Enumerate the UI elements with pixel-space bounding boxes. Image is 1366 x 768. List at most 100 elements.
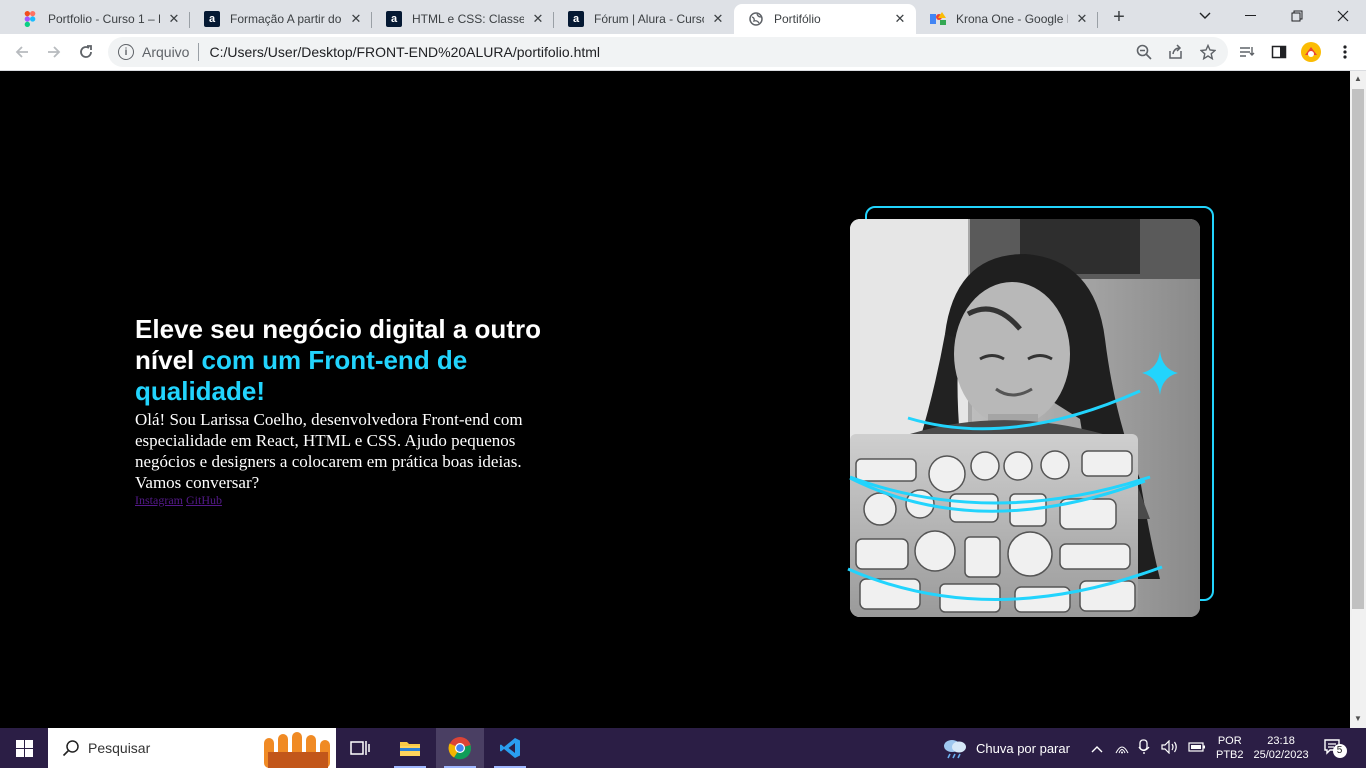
side-panel-icon xyxy=(1271,45,1287,59)
rain-cloud-icon xyxy=(944,740,966,759)
chrome-icon xyxy=(448,737,472,760)
windows-logo-icon xyxy=(15,739,33,757)
more-vertical-icon xyxy=(1343,45,1347,59)
weather-text: Chuva por parar xyxy=(976,740,1070,756)
close-window-button[interactable] xyxy=(1320,0,1366,32)
bookmark-button[interactable] xyxy=(1197,41,1219,63)
chrome-button[interactable] xyxy=(436,728,484,768)
figma-icon xyxy=(22,11,38,27)
battery-icon[interactable] xyxy=(1188,741,1206,756)
menu-button[interactable] xyxy=(1334,41,1356,63)
close-tab-icon[interactable]: ✕ xyxy=(166,11,182,27)
clock-date: 25/02/2023 xyxy=(1253,749,1309,761)
tab-title: Portfolio - Curso 1 – F xyxy=(48,12,160,26)
restore-button[interactable] xyxy=(1274,0,1320,32)
hero-intro: Olá! Sou Larissa Coelho, desenvolvedora … xyxy=(135,410,523,492)
reload-icon xyxy=(80,45,92,58)
minimize-button[interactable] xyxy=(1228,0,1274,32)
windows-taskbar: Pesquisar Chuva por parar POR PTB2 23:18… xyxy=(0,728,1366,768)
vscode-button[interactable] xyxy=(486,728,534,768)
arrow-right-icon xyxy=(48,46,61,58)
alura-icon: a xyxy=(204,11,220,27)
new-tab-button[interactable]: + xyxy=(1108,6,1130,28)
page-scrollbar[interactable]: ▲ ▼ xyxy=(1350,71,1366,728)
share-icon xyxy=(1169,44,1182,59)
close-tab-icon[interactable]: ✕ xyxy=(710,11,726,27)
scroll-up-arrow[interactable]: ▲ xyxy=(1354,74,1362,83)
arrow-left-icon xyxy=(15,46,28,58)
instagram-link[interactable]: Instagram xyxy=(135,493,183,507)
weather-widget[interactable]: Chuva por parar xyxy=(942,728,1070,768)
reading-list-button[interactable] xyxy=(1236,41,1258,63)
scrollbar-thumb[interactable] xyxy=(1352,89,1364,609)
side-panel-button[interactable] xyxy=(1268,41,1290,63)
notifications-button[interactable]: 5 xyxy=(1323,738,1347,759)
chevron-up-icon[interactable] xyxy=(1091,741,1103,756)
tab-forum-alura[interactable]: a Fórum | Alura - Curso ✕ xyxy=(554,4,734,34)
restore-icon xyxy=(1291,10,1303,22)
search-highlight-illustration xyxy=(264,732,330,768)
tab-portifolio[interactable]: Portifólio ✕ xyxy=(734,4,916,34)
close-tab-icon[interactable]: ✕ xyxy=(1074,11,1090,27)
close-tab-icon[interactable]: ✕ xyxy=(348,11,364,27)
accent-orbits xyxy=(847,351,1178,601)
info-icon[interactable]: i xyxy=(118,44,134,60)
keyboard-layout: PTB2 xyxy=(1216,749,1244,761)
social-links: Instagram GitHub xyxy=(135,493,222,508)
tab-title: Krona One - Google F xyxy=(956,12,1068,26)
tab-formacao-alura[interactable]: a Formação A partir do ✕ xyxy=(190,4,372,34)
file-explorer-button[interactable] xyxy=(386,728,434,768)
task-view-button[interactable] xyxy=(336,728,384,768)
close-icon xyxy=(1337,10,1349,22)
chevron-down-icon xyxy=(1199,12,1211,19)
close-tab-icon[interactable]: ✕ xyxy=(892,11,908,27)
meet-now-icon[interactable] xyxy=(1138,738,1152,758)
github-link[interactable]: GitHub xyxy=(186,493,222,507)
security-chip[interactable]: Arquivo xyxy=(142,44,189,60)
page-content: Eleve seu negócio digital a outro nível … xyxy=(0,71,1350,728)
tab-title: Fórum | Alura - Curso xyxy=(594,12,704,26)
wifi-icon[interactable] xyxy=(1115,740,1129,757)
tab-title: Portifólio xyxy=(774,12,821,26)
clock[interactable]: 23:18 25/02/2023 xyxy=(1254,734,1309,762)
taskbar-search[interactable]: Pesquisar xyxy=(48,728,336,768)
close-tab-icon[interactable]: ✕ xyxy=(530,11,546,27)
share-button[interactable] xyxy=(1165,41,1187,63)
browser-toolbar: i Arquivo C:/Users/User/Desktop/FRONT-EN… xyxy=(0,34,1366,71)
minimize-icon xyxy=(1245,15,1256,16)
clock-time: 23:18 xyxy=(1267,735,1295,747)
google-fonts-icon xyxy=(930,11,946,27)
tab-title: Formação A partir do xyxy=(230,12,342,26)
tab-title: HTML e CSS: Classes, xyxy=(412,12,524,26)
url-text[interactable]: C:/Users/User/Desktop/FRONT-END%20ALURA/… xyxy=(209,44,600,60)
scroll-down-arrow[interactable]: ▼ xyxy=(1354,714,1362,723)
alura-icon: a xyxy=(568,11,584,27)
start-button[interactable] xyxy=(0,728,48,768)
back-button[interactable] xyxy=(8,38,36,66)
search-icon xyxy=(62,740,79,757)
forward-button[interactable] xyxy=(40,38,68,66)
system-tray: POR PTB2 23:18 25/02/2023 5 xyxy=(1091,728,1347,768)
volume-icon[interactable] xyxy=(1161,739,1179,757)
profile-avatar-icon xyxy=(1301,42,1321,62)
reload-button[interactable] xyxy=(72,38,100,66)
zoom-button[interactable] xyxy=(1133,41,1155,63)
tab-search-button[interactable] xyxy=(1182,0,1228,32)
alura-icon: a xyxy=(386,11,402,27)
zoom-out-icon xyxy=(1136,44,1152,60)
tab-portfolio-figma[interactable]: Portfolio - Curso 1 – F ✕ xyxy=(8,4,190,34)
address-bar[interactable]: i Arquivo C:/Users/User/Desktop/FRONT-EN… xyxy=(108,37,1228,67)
reading-list-icon xyxy=(1240,47,1255,57)
tab-strip: Portfolio - Curso 1 – F ✕ a Formação A p… xyxy=(0,0,1366,34)
search-placeholder: Pesquisar xyxy=(88,740,151,756)
profile-button[interactable] xyxy=(1300,41,1322,63)
language-code: POR xyxy=(1217,735,1242,747)
tab-krona-google-fonts[interactable]: Krona One - Google F ✕ xyxy=(916,4,1098,34)
hero-title: Eleve seu negócio digital a outro nível … xyxy=(135,314,575,407)
star-icon xyxy=(1200,44,1216,60)
folder-icon xyxy=(400,742,420,756)
globe-icon xyxy=(748,11,764,27)
language-indicator[interactable]: POR PTB2 xyxy=(1216,734,1244,762)
sparkle-icon xyxy=(1142,351,1178,395)
tab-html-css-alura[interactable]: a HTML e CSS: Classes, ✕ xyxy=(372,4,554,34)
